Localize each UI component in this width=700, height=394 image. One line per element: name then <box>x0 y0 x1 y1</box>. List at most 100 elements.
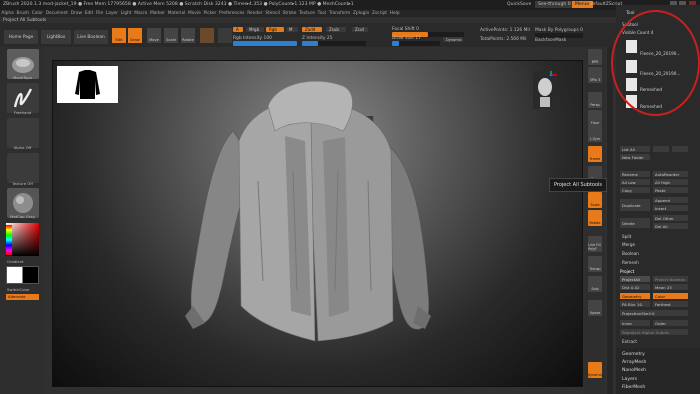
dynamic-toggle[interactable]: Dynamic <box>443 37 463 42</box>
texture-swatch-icon[interactable] <box>218 28 232 43</box>
jacket-model[interactable] <box>53 61 584 388</box>
nanomesh-subpalette[interactable]: NanoMesh <box>622 368 646 373</box>
floor-button[interactable]: Floor <box>588 110 602 126</box>
dist-slider[interactable]: Dist 0.02 <box>620 284 650 290</box>
mrgb-toggle[interactable]: Mrgb <box>246 27 264 32</box>
geometry-toggle[interactable]: Geometry <box>620 293 650 299</box>
boolean-subpalette[interactable]: Boolean <box>622 251 639 256</box>
menu-item[interactable]: Zplugin <box>353 11 369 16</box>
switch-color-button[interactable]: SwitchColor <box>7 287 52 292</box>
zadd-toggle[interactable]: Zadd <box>302 27 322 32</box>
color-toggle[interactable]: Color <box>653 293 688 299</box>
scale-view-button[interactable]: Scale <box>588 192 602 208</box>
see-through-slider[interactable]: See-through 0 <box>535 1 574 8</box>
all-low-button[interactable]: All Low <box>620 179 650 185</box>
canvas-viewport[interactable] <box>52 60 583 387</box>
alpha-thumbnail[interactable] <box>7 118 39 148</box>
arraymesh-subpalette[interactable]: ArrayMesh <box>622 360 646 365</box>
navigation-gizmo[interactable] <box>533 71 557 109</box>
polyframe-button[interactable]: Line Fill PolyF <box>588 236 602 252</box>
pa-blur-slider[interactable]: PA Blur 10 <box>620 301 650 307</box>
menu-item[interactable]: Edit <box>85 11 93 16</box>
menu-item[interactable]: Alpha <box>2 11 14 16</box>
material-sphere-icon[interactable] <box>200 28 214 43</box>
del-other-button[interactable]: Del Other <box>653 215 688 221</box>
frame-button[interactable]: Frame <box>588 146 602 162</box>
menu-item[interactable]: Transform <box>329 11 350 16</box>
menu-item[interactable]: Zscript <box>372 11 387 16</box>
arrow-down-icon[interactable] <box>672 146 688 152</box>
color-swatches[interactable] <box>6 266 39 284</box>
dynamic-button[interactable]: Dynamic <box>588 362 602 378</box>
new-folder-button[interactable]: New Folder <box>620 154 650 160</box>
a-toggle[interactable]: A <box>233 27 243 32</box>
rgb-toggle[interactable]: Rgb <box>266 27 284 32</box>
menu-item[interactable]: Brush <box>17 11 29 16</box>
edit-button[interactable]: Edit <box>112 28 126 43</box>
lightbox-button[interactable]: LightBox <box>41 30 71 44</box>
bpr-button[interactable]: BPR <box>588 49 602 65</box>
rename-button[interactable]: Rename <box>620 171 650 177</box>
move-button[interactable]: Move <box>147 28 161 43</box>
projectall-button[interactable]: ProjectAll <box>620 276 650 282</box>
hue-strip[interactable] <box>6 225 12 255</box>
menu-item[interactable]: Preferences <box>219 11 244 16</box>
live-boolean-button[interactable]: Live Boolean <box>74 30 108 44</box>
menu-item[interactable]: Stencil <box>265 11 280 16</box>
backface-mask-button[interactable]: BackfaceMask <box>535 38 566 43</box>
menu-item[interactable]: Marker <box>150 11 165 16</box>
remesh-subpalette[interactable]: Remesh <box>622 260 639 265</box>
merge-subpalette[interactable]: Merge <box>622 242 635 247</box>
all-high-button[interactable]: All High <box>653 179 688 185</box>
menu-item[interactable]: Tool <box>318 11 326 16</box>
autoreorder-button[interactable]: AutoReorder <box>653 171 688 177</box>
solo-button[interactable]: Solo <box>588 276 602 292</box>
menu-item[interactable]: Picker <box>204 11 217 16</box>
zcut-toggle[interactable]: Zcut <box>352 27 368 32</box>
menu-item[interactable]: Stroke <box>283 11 297 16</box>
transp-button[interactable]: Transp <box>588 256 602 272</box>
menu-item[interactable]: Macro <box>134 11 147 16</box>
menu-item[interactable]: Light <box>121 11 132 16</box>
spix-button[interactable]: SPix 3 <box>588 67 602 83</box>
del-all-button[interactable]: Del All <box>653 223 688 229</box>
duplicate-button[interactable]: Duplicate <box>620 199 650 211</box>
split-subpalette[interactable]: Split <box>622 234 631 239</box>
tool-header[interactable]: Tool <box>626 11 635 16</box>
reproject-higher-subdiv-button[interactable]: Reproject Higher Subdiv <box>620 329 688 335</box>
draw-size-slider[interactable] <box>392 41 440 46</box>
rgb-intensity-slider[interactable] <box>233 41 297 46</box>
zsub-toggle[interactable]: Zsub <box>326 27 346 32</box>
menu-item[interactable]: Render <box>247 11 262 16</box>
menu-item[interactable]: Help <box>390 11 400 16</box>
farthest-toggle[interactable]: Farthest <box>653 301 688 307</box>
local-symmetry-button[interactable]: L.Sym <box>588 126 602 142</box>
scale-button[interactable]: Scale <box>164 28 178 43</box>
menu-item[interactable]: Draw <box>71 11 82 16</box>
project-boolean-button[interactable]: Project Boolean <box>653 276 688 282</box>
geometry-subpalette[interactable]: Geometry <box>622 352 645 357</box>
list-all-button[interactable]: List All <box>620 146 650 152</box>
menu-item[interactable]: Movie <box>188 11 201 16</box>
fibermesh-subpalette[interactable]: FiberMesh <box>622 385 645 390</box>
project-subpalette[interactable]: Project <box>620 269 634 274</box>
menu-item[interactable]: File <box>96 11 103 16</box>
persp-button[interactable]: Persp <box>588 92 602 108</box>
stroke-thumbnail[interactable] <box>7 83 39 113</box>
menu-item[interactable]: Color <box>32 11 43 16</box>
extract-subpalette[interactable]: Extract <box>622 339 637 344</box>
rotate-view-button[interactable]: Rotate <box>588 210 602 226</box>
menu-item[interactable]: Material <box>168 11 185 16</box>
z-intensity-slider[interactable] <box>302 41 366 46</box>
quicksave-button[interactable]: QuickSave <box>507 2 531 7</box>
rotate-button[interactable]: Rotate <box>181 28 195 43</box>
menu-item[interactable]: Document <box>46 11 68 16</box>
insert-button[interactable]: Insert <box>653 205 688 211</box>
menu-item[interactable]: Layer <box>106 11 118 16</box>
inner-toggle[interactable]: Inner <box>620 320 650 326</box>
layers-subpalette[interactable]: Layers <box>622 377 637 382</box>
draw-button[interactable]: Draw <box>128 28 142 43</box>
delete-button[interactable]: Delete <box>620 218 650 228</box>
texture-thumbnail[interactable] <box>7 153 39 183</box>
right-scrollbar[interactable] <box>607 47 613 394</box>
